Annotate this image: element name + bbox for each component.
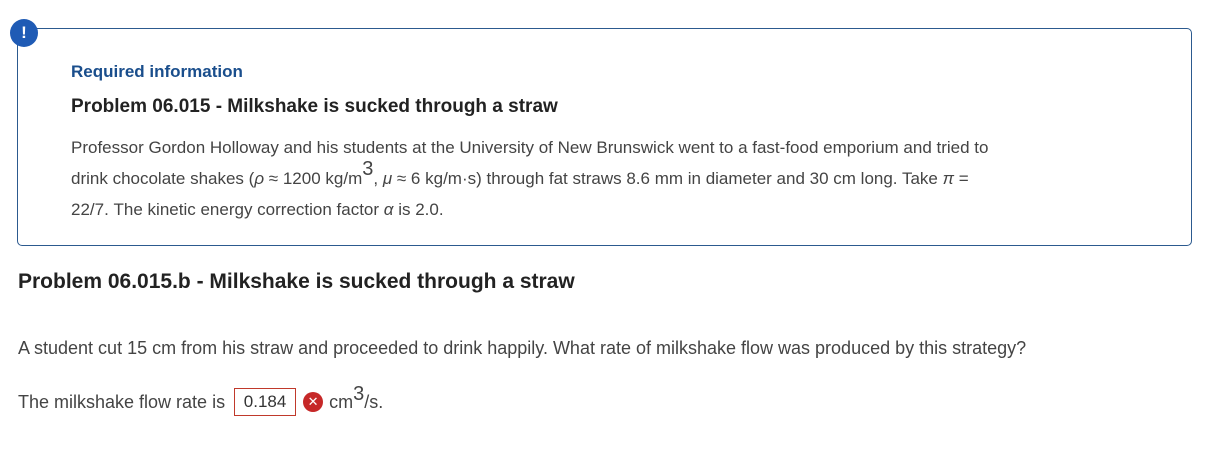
required-information-panel: Required information Problem 06.015 - Mi… [17, 28, 1192, 246]
answer-row: The milkshake flow rate is ✕ cm3/s. [18, 384, 384, 416]
description-text: , [373, 169, 383, 188]
problem-description: Professor Gordon Holloway and his studen… [71, 132, 1171, 225]
alpha-symbol: α [383, 200, 394, 219]
unit-base: cm [329, 391, 354, 412]
description-line-1: Professor Gordon Holloway and his studen… [71, 138, 989, 157]
pi-symbol: π [942, 169, 954, 188]
description-text: is 2.0. [393, 200, 444, 219]
answer-unit: cm3/s. [329, 384, 384, 413]
mu-symbol: μ [382, 169, 393, 188]
unit-exponent: 3 [353, 382, 365, 405]
description-text: ≈ 1200 kg/m [264, 169, 363, 188]
unit-tail: /s. [364, 391, 384, 412]
answer-input[interactable] [234, 388, 297, 416]
description-text: ≈ 6 kg/m·s) through fat straws 8.6 mm in… [392, 169, 943, 188]
answer-label: The milkshake flow rate is [18, 391, 226, 412]
part-title: Problem 06.015.b - Milkshake is sucked t… [18, 270, 575, 293]
description-text: 22/7. The kinetic energy correction fact… [71, 200, 384, 219]
alert-icon: ! [10, 19, 38, 47]
description-text: = [953, 169, 969, 188]
description-text: drink chocolate shakes ( [71, 169, 255, 188]
exponent: 3 [362, 158, 374, 180]
question-text: A student cut 15 cm from his straw and p… [18, 338, 1027, 358]
required-information-heading: Required information [71, 62, 243, 81]
problem-title: Problem 06.015 - Milkshake is sucked thr… [71, 96, 558, 117]
incorrect-x-icon: ✕ [303, 392, 324, 412]
rho-symbol: ρ [254, 169, 265, 188]
